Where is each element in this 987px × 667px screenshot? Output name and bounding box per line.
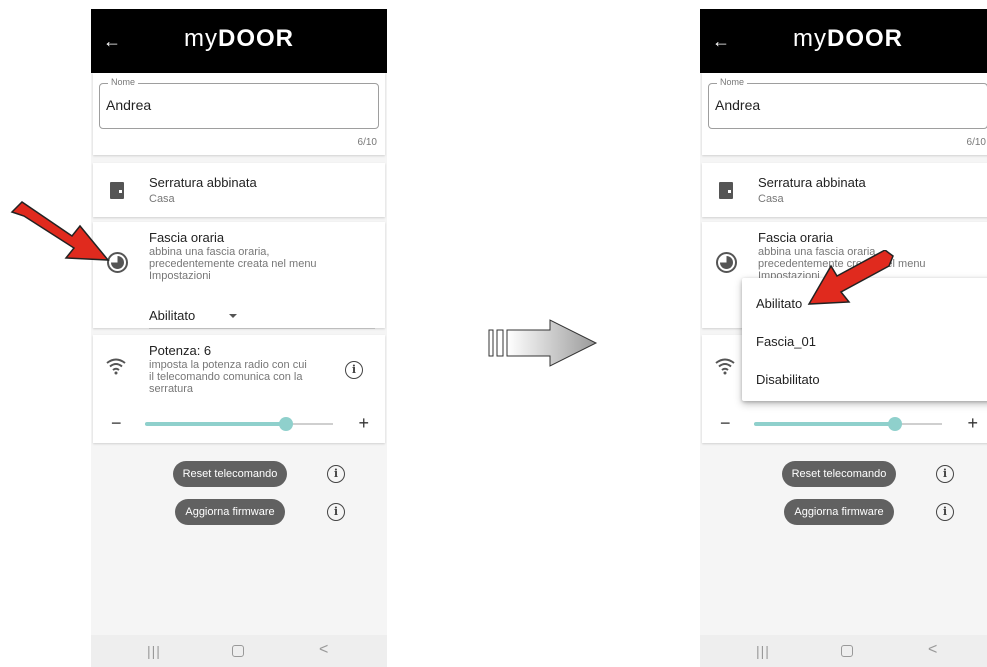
name-field[interactable]: Nome Andrea [708,77,987,129]
recent-apps-icon[interactable]: ||| [147,643,161,659]
update-firmware-button[interactable]: Aggiorna firmware [784,499,894,525]
logo-door-text: DOOR [827,25,903,52]
update-info-icon[interactable]: i [936,503,954,521]
paired-lock-title: Serratura abbinata [149,175,257,190]
reset-info-icon[interactable]: i [327,465,345,483]
nav-back-icon[interactable]: < [319,641,328,659]
power-slider-thumb[interactable] [279,417,293,431]
door-icon [716,181,736,201]
power-increase-button[interactable]: + [967,413,978,434]
wifi-icon [106,358,126,375]
reset-remote-button[interactable]: Reset telecomando [782,461,896,487]
menu-option-disabilitato[interactable]: Disabilitato [756,372,820,387]
time-slot-title: Fascia oraria [758,230,834,245]
phone-screen-before: ← myDOOR Nome Andrea 6/10 Serratura abbi… [91,9,387,667]
logo-door-text: DOOR [218,25,294,52]
power-slider-fill [754,422,895,426]
system-nav-bar: ||| < [91,635,387,667]
app-logo: myDOOR [700,25,987,53]
logo-my-text: my [793,25,827,52]
app-logo: myDOOR [91,25,387,53]
update-info-icon[interactable]: i [327,503,345,521]
name-char-counter: 6/10 [357,137,377,148]
power-desc-3: serratura [149,383,194,395]
name-field-label: Nome [108,77,139,87]
power-desc-2: il telecomando comunica con la [149,371,303,383]
nav-back-icon[interactable]: < [928,641,937,659]
paired-lock-name: Casa [149,193,175,205]
power-info-icon[interactable]: i [345,361,363,379]
time-slot-selected-value: Abilitato [149,308,196,323]
caret-down-icon [229,314,237,318]
paired-lock-title: Serratura abbinata [758,175,866,190]
power-slider-thumb[interactable] [888,417,902,431]
menu-option-fascia-01[interactable]: Fascia_01 [756,334,816,349]
power-slider[interactable] [754,417,942,431]
name-card: Nome Andrea 6/10 [93,73,385,155]
app-bar: ← myDOOR [700,9,987,73]
clock-icon [716,252,737,273]
phone-screen-after: ← myDOOR Nome Andrea 6/10 Serratura abbi… [700,9,987,667]
system-nav-bar: ||| < [700,635,987,667]
paired-lock-card[interactable]: Serratura abbinata Casa [93,163,385,217]
app-bar: ← myDOOR [91,9,387,73]
home-icon[interactable] [841,645,853,657]
name-card: Nome Andrea 6/10 [702,73,987,155]
name-field-label: Nome [717,77,748,87]
power-card: Potenza: 6 imposta la potenza radio con … [93,335,385,443]
wifi-icon [715,358,735,375]
red-pointer-arrow-left [10,201,110,261]
name-field[interactable]: Nome Andrea [99,77,379,129]
power-slider-fill [145,422,286,426]
time-slot-desc-1: abbina una fascia oraria, [149,246,270,258]
reset-remote-button[interactable]: Reset telecomando [173,461,287,487]
home-icon[interactable] [232,645,244,657]
power-increase-button[interactable]: + [358,413,369,434]
reset-info-icon[interactable]: i [936,465,954,483]
time-slot-desc-3: Impostazioni [149,270,211,282]
power-decrease-button[interactable]: − [111,413,122,434]
name-field-value[interactable]: Andrea [106,97,151,113]
paired-lock-name: Casa [758,193,784,205]
transition-arrow-icon [488,319,598,367]
power-desc-1: imposta la potenza radio con cui [149,359,307,371]
time-slot-title: Fascia oraria [149,230,225,245]
logo-my-text: my [184,25,218,52]
door-icon [107,181,127,201]
name-char-counter: 6/10 [966,137,986,148]
paired-lock-card[interactable]: Serratura abbinata Casa [702,163,987,217]
power-decrease-button[interactable]: − [720,413,731,434]
power-slider[interactable] [145,417,333,431]
menu-option-abilitato[interactable]: Abilitato [756,296,802,311]
recent-apps-icon[interactable]: ||| [756,643,770,659]
time-slot-card: Fascia oraria abbina una fascia oraria, … [93,222,385,329]
time-slot-desc-2: precedentemente creata nel menu [149,258,317,270]
name-field-value[interactable]: Andrea [715,97,760,113]
update-firmware-button[interactable]: Aggiorna firmware [175,499,285,525]
power-title: Potenza: 6 [149,343,212,358]
red-pointer-arrow-right [807,250,894,305]
time-slot-select[interactable]: Abilitato [149,306,375,329]
